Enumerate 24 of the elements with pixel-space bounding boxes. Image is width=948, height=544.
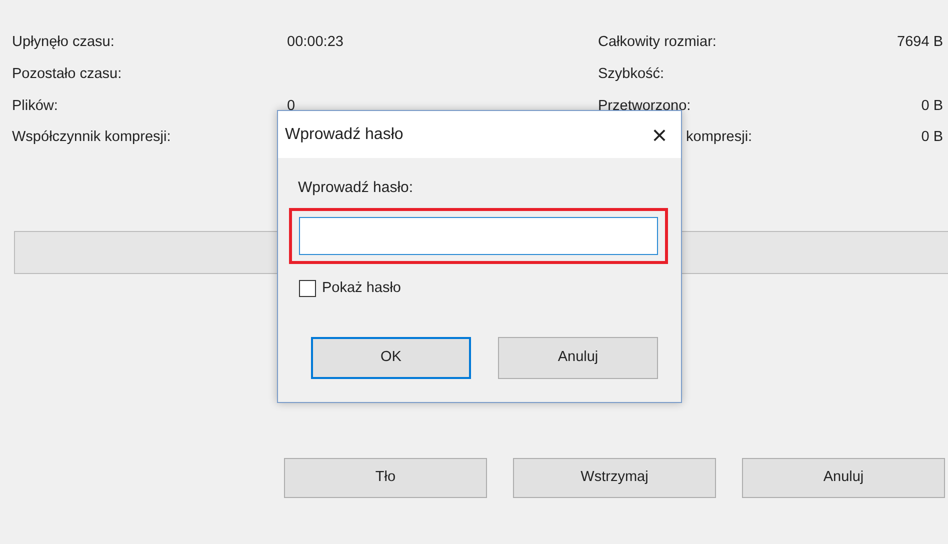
checkbox[interactable]	[299, 280, 316, 298]
close-button[interactable]: ×	[648, 122, 671, 148]
checkbox-label: Pokaż hasło	[322, 278, 401, 298]
stat-value: 0	[287, 96, 296, 116]
password-field[interactable]	[299, 216, 658, 255]
field-label: Wprowadź hasło:	[298, 178, 414, 198]
action-button[interactable]: Tło	[284, 458, 487, 498]
stat-label: Przetworzono:	[598, 96, 691, 116]
stat-label: Plików:	[12, 96, 58, 116]
action-button[interactable]: Anuluj	[742, 458, 945, 498]
stat-value: 0 B	[920, 96, 943, 116]
stat-label: Upłynęło czasu:	[12, 33, 114, 52]
stat-value: 00:00:23	[287, 33, 344, 52]
stat-value: 7694 B	[896, 33, 943, 52]
dialog-button[interactable]: Anuluj	[498, 336, 658, 378]
stat-label: Szybkość:	[598, 64, 664, 84]
action-button[interactable]: Wstrzymaj	[513, 458, 716, 498]
stat-label: Pozostało czasu:	[12, 64, 122, 84]
window-title: Wprowadź hasło	[285, 124, 404, 144]
stat-label: Współczynnik kompresji:	[12, 128, 171, 148]
stat-label: Całkowity rozmiar:	[598, 33, 716, 52]
stat-label: kompresji:	[686, 128, 752, 148]
stat-value: 0 B	[920, 128, 943, 148]
dialog-button[interactable]: OK	[311, 336, 471, 378]
